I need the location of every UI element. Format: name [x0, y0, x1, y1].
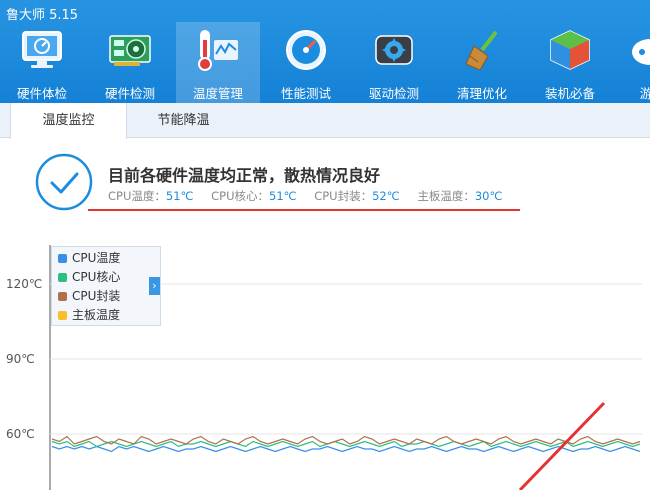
broom-icon [465, 30, 498, 71]
nav-driver-detect[interactable]: 驱动检测 [352, 22, 436, 103]
red-arrow-annotation [518, 401, 606, 490]
temperature-readings: CPU温度：51℃ CPU核心：51℃ CPU封装：52℃ 主板温度：30℃ [108, 188, 516, 204]
nav-temperature-management[interactable]: 温度管理 [176, 22, 260, 103]
thermometer-icon [198, 30, 238, 71]
reading-motherboard-temp: 主板温度：30℃ [417, 189, 503, 203]
nav-cleanup-optimize[interactable]: 清理优化 [440, 22, 524, 103]
nav-label: 硬件体检 [16, 86, 67, 101]
legend-swatch [58, 292, 67, 301]
main-nav: 硬件体检 硬件检测 温度管理 性能测试 驱动检测 清理优化 装机必备 游 [0, 22, 650, 103]
reading-cpu-package: CPU封装：52℃ [314, 189, 400, 203]
sub-tabs: 温度监控 节能降温 [0, 103, 650, 139]
nav-label: 游 [639, 86, 650, 101]
nav-performance-test[interactable]: 性能测试 [264, 22, 348, 103]
tab-temperature-monitor[interactable]: 温度监控 [10, 103, 127, 139]
nav-essential-software[interactable]: 装机必备 [528, 22, 612, 103]
legend-swatch [58, 254, 67, 263]
series-line-CPU核心 [51, 440, 641, 448]
series-line-CPU封装 [51, 435, 641, 445]
nav-hardware-detect[interactable]: 硬件检测 [88, 22, 172, 103]
monitor-icon [22, 31, 62, 68]
nav-label: 性能测试 [280, 86, 331, 101]
app-title: 鲁大师 5.15 [6, 8, 79, 23]
game-icon [632, 39, 650, 65]
speedometer-icon [286, 30, 326, 70]
software-box-icon [550, 30, 590, 70]
red-underline-annotation [88, 209, 520, 211]
chart-legend: CPU温度 CPU核心 CPU封装 主板温度 [51, 246, 161, 326]
y-tick-label: 90℃ [6, 352, 35, 366]
legend-collapse-button[interactable]: › [149, 277, 160, 295]
y-tick-label: 60℃ [6, 427, 35, 441]
driver-gear-icon [375, 35, 413, 65]
top-bar: 鲁大师 5.15 硬件体检 硬件检测 温度管理 性能测试 驱动检测 清理优化 装… [0, 0, 650, 103]
tab-energy-saving-cooling[interactable]: 节能降温 [126, 103, 241, 138]
check-circle-icon [35, 153, 93, 211]
nav-label: 清理优化 [456, 86, 507, 101]
nav-game[interactable]: 游 [616, 22, 650, 103]
legend-swatch [58, 273, 67, 282]
legend-item-cpu-core: CPU核心 [58, 268, 120, 286]
reading-cpu-core: CPU核心：51℃ [211, 189, 297, 203]
series-line-CPU温度 [51, 445, 641, 453]
nav-label: 温度管理 [192, 86, 243, 101]
legend-item-cpu-package: CPU封装 [58, 287, 120, 305]
nav-hardware-checkup[interactable]: 硬件体检 [0, 22, 84, 103]
graphics-card-icon [109, 35, 151, 66]
legend-item-motherboard-temp: 主板温度 [58, 306, 120, 324]
status-title: 目前各硬件温度均正常，散热情况良好 [108, 166, 381, 185]
nav-label: 驱动检测 [368, 86, 419, 101]
legend-swatch [58, 311, 67, 320]
nav-label: 装机必备 [544, 86, 595, 101]
y-tick-label: 120℃ [6, 277, 42, 291]
nav-label: 硬件检测 [104, 86, 155, 101]
reading-cpu-temp: CPU温度：51℃ [108, 189, 194, 203]
legend-item-cpu-temp: CPU温度 [58, 249, 120, 267]
